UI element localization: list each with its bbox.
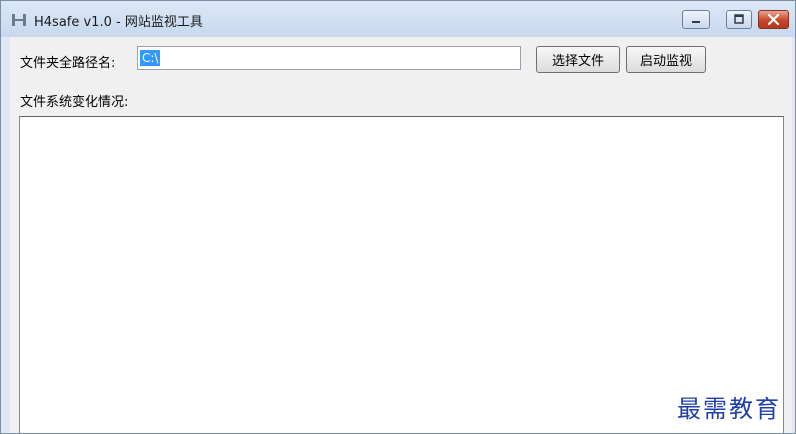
app-window: H4safe v1.0 - 网站监视工具 文件夹全路径名: C:\ 选择文件 启… — [0, 0, 796, 434]
window-title: H4safe v1.0 - 网站监视工具 — [34, 15, 203, 30]
folder-path-input[interactable] — [137, 46, 521, 70]
watermark-text: 最需教育 — [677, 395, 781, 423]
client-area: 文件夹全路径名: C:\ 选择文件 启动监视 文件系统变化情况: — [10, 37, 792, 433]
maximize-icon — [734, 14, 744, 24]
changes-log-textarea[interactable] — [19, 116, 784, 433]
close-button[interactable] — [758, 10, 789, 29]
path-label: 文件夹全路径名: — [20, 56, 116, 71]
choose-file-button[interactable]: 选择文件 — [536, 46, 620, 73]
selected-path-text[interactable]: C:\ — [140, 50, 161, 66]
start-monitor-button[interactable]: 启动监视 — [626, 46, 706, 73]
minimize-icon — [692, 21, 700, 23]
close-icon — [767, 13, 780, 26]
maximize-button[interactable] — [726, 10, 752, 29]
title-bar[interactable]: H4safe v1.0 - 网站监视工具 — [1, 1, 795, 37]
minimize-button[interactable] — [682, 10, 710, 29]
h4safe-logo-icon — [12, 14, 26, 26]
changes-label: 文件系统变化情况: — [20, 95, 129, 110]
